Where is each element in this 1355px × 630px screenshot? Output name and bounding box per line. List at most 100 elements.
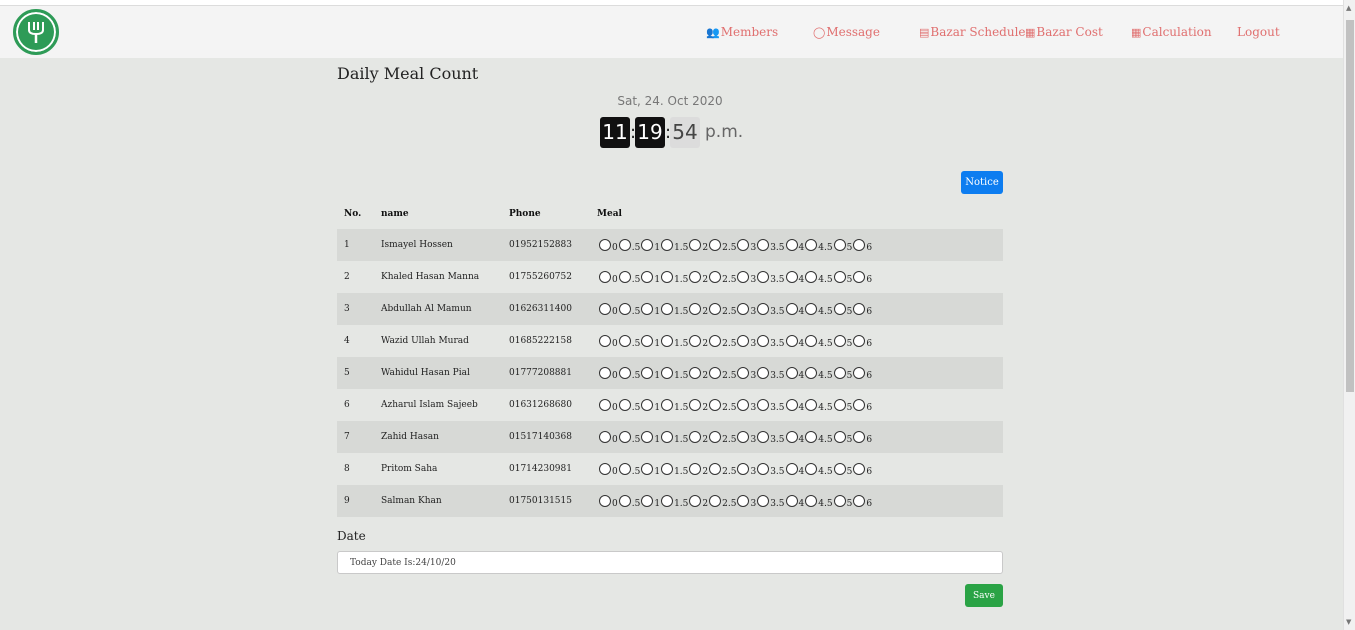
meal-option[interactable]: .5 xyxy=(618,463,642,477)
meal-option[interactable]: 6 xyxy=(853,463,873,477)
meal-option[interactable]: 0 xyxy=(599,335,619,349)
meal-radio[interactable] xyxy=(689,303,702,315)
meal-option[interactable]: 1 xyxy=(641,431,661,445)
meal-radio[interactable] xyxy=(737,463,750,475)
vertical-scrollbar[interactable]: ▲ ▼ xyxy=(1343,0,1355,630)
meal-radio[interactable] xyxy=(641,303,654,315)
meal-option[interactable]: 5 xyxy=(833,239,854,253)
meal-radio[interactable] xyxy=(599,239,611,251)
meal-radio[interactable] xyxy=(805,271,818,283)
meal-option[interactable]: 2.5 xyxy=(709,303,737,317)
meal-radio[interactable] xyxy=(689,463,702,475)
meal-option[interactable]: 2 xyxy=(689,239,709,253)
meal-option[interactable]: 1 xyxy=(641,399,661,413)
meal-option[interactable]: 6 xyxy=(853,239,873,253)
meal-radio[interactable] xyxy=(737,271,750,283)
meal-radio[interactable] xyxy=(599,431,611,443)
meal-option[interactable]: 2 xyxy=(689,303,709,317)
meal-radio[interactable] xyxy=(689,367,702,379)
meal-radio[interactable] xyxy=(709,463,722,475)
meal-radio[interactable] xyxy=(785,335,798,347)
meal-option[interactable]: 1.5 xyxy=(661,271,689,285)
meal-option[interactable]: 4.5 xyxy=(805,463,833,477)
meal-radio[interactable] xyxy=(737,239,750,251)
meal-option[interactable]: 4.5 xyxy=(805,239,833,253)
meal-option[interactable]: 1.5 xyxy=(661,495,689,509)
meal-radio[interactable] xyxy=(805,495,818,507)
meal-radio[interactable] xyxy=(833,431,846,443)
meal-option[interactable]: 2.5 xyxy=(709,495,737,509)
meal-option[interactable]: 4 xyxy=(785,303,806,317)
meal-option[interactable]: 4.5 xyxy=(805,335,833,349)
meal-radio[interactable] xyxy=(689,399,702,411)
meal-option[interactable]: 1.5 xyxy=(661,431,689,445)
meal-option[interactable]: 2.5 xyxy=(709,399,737,413)
meal-option[interactable]: 3 xyxy=(737,239,757,253)
meal-option[interactable]: 4.5 xyxy=(805,271,833,285)
meal-option[interactable]: .5 xyxy=(618,495,642,509)
nav-bazar-schedule-link[interactable]: ▤Bazar Schedule xyxy=(919,25,1026,39)
meal-radio[interactable] xyxy=(709,431,722,443)
meal-option[interactable]: 4 xyxy=(785,335,806,349)
meal-option[interactable]: .5 xyxy=(618,367,642,381)
meal-option[interactable]: 3 xyxy=(737,271,757,285)
meal-option[interactable]: 6 xyxy=(853,495,873,509)
meal-option[interactable]: 5 xyxy=(833,367,854,381)
meal-radio[interactable] xyxy=(853,495,866,507)
meal-radio[interactable] xyxy=(737,335,750,347)
meal-radio[interactable] xyxy=(599,335,611,347)
meal-radio[interactable] xyxy=(599,271,611,283)
meal-radio[interactable] xyxy=(757,463,770,475)
meal-radio[interactable] xyxy=(641,335,654,347)
meal-option[interactable]: 1 xyxy=(641,239,661,253)
nav-message-link[interactable]: ◯Message xyxy=(813,25,880,39)
meal-option[interactable]: 3 xyxy=(737,495,757,509)
meal-option[interactable]: 5 xyxy=(833,431,854,445)
meal-radio[interactable] xyxy=(737,399,750,411)
meal-radio[interactable] xyxy=(833,335,846,347)
meal-option[interactable]: 1.5 xyxy=(661,399,689,413)
meal-radio[interactable] xyxy=(661,495,674,507)
meal-radio[interactable] xyxy=(709,399,722,411)
meal-radio[interactable] xyxy=(805,335,818,347)
meal-radio[interactable] xyxy=(757,239,770,251)
meal-radio[interactable] xyxy=(709,303,722,315)
meal-radio[interactable] xyxy=(853,431,866,443)
meal-option[interactable]: 1 xyxy=(641,463,661,477)
meal-option[interactable]: 3.5 xyxy=(757,239,785,253)
meal-radio[interactable] xyxy=(805,367,818,379)
meal-radio[interactable] xyxy=(689,239,702,251)
meal-radio[interactable] xyxy=(709,271,722,283)
meal-option[interactable]: 6 xyxy=(853,335,873,349)
meal-option[interactable]: 5 xyxy=(833,399,854,413)
meal-option[interactable]: 3.5 xyxy=(757,335,785,349)
meal-radio[interactable] xyxy=(737,303,750,315)
meal-option[interactable]: 4.5 xyxy=(805,495,833,509)
meal-option[interactable]: 2 xyxy=(689,463,709,477)
meal-option[interactable]: 2 xyxy=(689,367,709,381)
meal-option[interactable]: .5 xyxy=(618,335,642,349)
meal-radio[interactable] xyxy=(853,335,866,347)
nav-bazar-cost-link[interactable]: ▦Bazar Cost xyxy=(1025,25,1103,39)
meal-option[interactable]: 0 xyxy=(599,495,619,509)
meal-radio[interactable] xyxy=(757,335,770,347)
scroll-up-icon[interactable]: ▲ xyxy=(1346,4,1351,12)
meal-radio[interactable] xyxy=(853,367,866,379)
meal-option[interactable]: 4 xyxy=(785,399,806,413)
meal-option[interactable]: 3 xyxy=(737,303,757,317)
meal-option[interactable]: .5 xyxy=(618,239,642,253)
meal-option[interactable]: 1.5 xyxy=(661,463,689,477)
meal-option[interactable]: 3 xyxy=(737,431,757,445)
meal-radio[interactable] xyxy=(853,303,866,315)
meal-option[interactable]: 6 xyxy=(853,367,873,381)
meal-radio[interactable] xyxy=(785,239,798,251)
meal-option[interactable]: 3.5 xyxy=(757,431,785,445)
meal-option[interactable]: 0 xyxy=(599,367,619,381)
meal-radio[interactable] xyxy=(661,271,674,283)
meal-radio[interactable] xyxy=(833,463,846,475)
meal-radio[interactable] xyxy=(757,431,770,443)
meal-radio[interactable] xyxy=(661,399,674,411)
meal-radio[interactable] xyxy=(641,399,654,411)
meal-radio[interactable] xyxy=(641,431,654,443)
meal-option[interactable]: 6 xyxy=(853,303,873,317)
